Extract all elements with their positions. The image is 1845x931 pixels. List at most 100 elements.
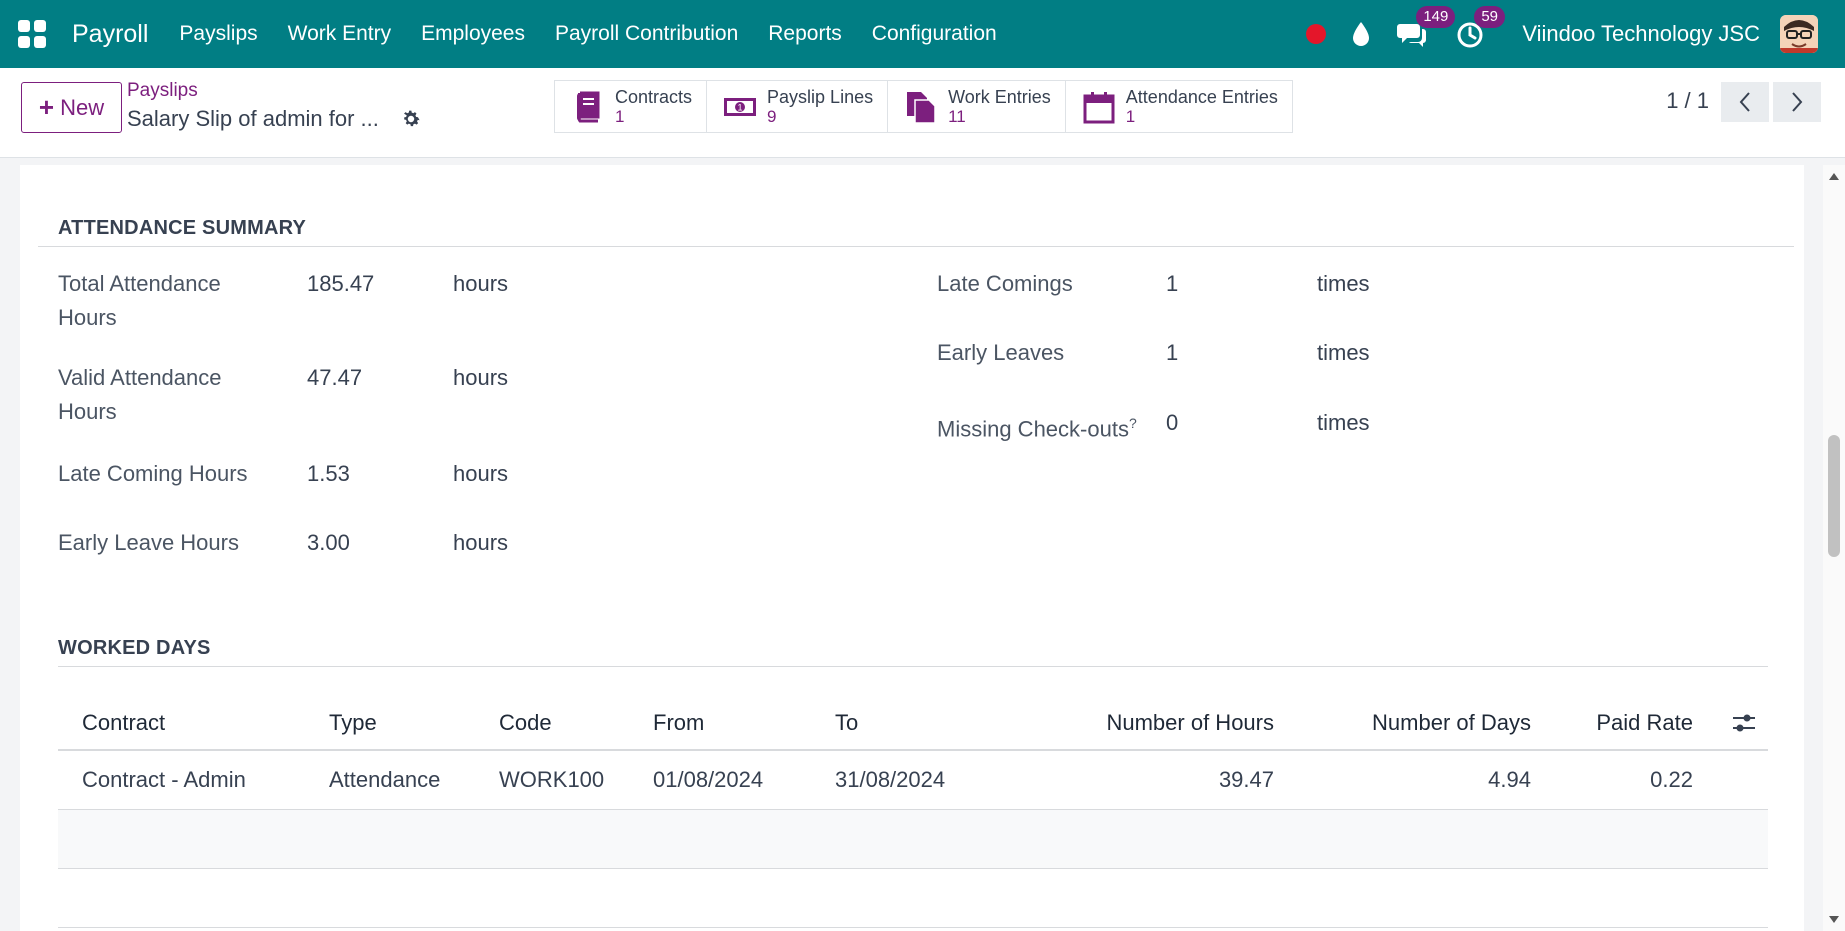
total-attendance-hours-unit: hours (453, 271, 509, 296)
early-leave-hours-unit: hours (453, 530, 509, 555)
empty-table-row (58, 869, 1768, 928)
empty-table-row (58, 810, 1768, 869)
smart-button-count: 1 (1125, 106, 1136, 126)
late-coming-hours-unit: hours (453, 461, 509, 486)
scroll-up-arrow-icon[interactable] (1829, 173, 1839, 180)
book-icon (577, 91, 600, 122)
column-header-number-of-days[interactable]: Number of Days (1308, 695, 1531, 751)
menu-configuration[interactable]: Configuration (857, 22, 1012, 46)
scroll-down-arrow-icon[interactable] (1829, 916, 1839, 923)
vertical-scrollbar[interactable] (1823, 165, 1845, 931)
late-coming-hours-label: Late Coming Hours (58, 461, 248, 486)
recording-indicator-icon[interactable] (1306, 24, 1327, 44)
cell-paid-rate: 0.22 (1650, 767, 1693, 792)
smart-button-payslip-lines[interactable]: 1 Payslip Lines 9 (707, 81, 889, 132)
early-leave-hours-label: Early Leave Hours (58, 530, 239, 555)
column-header-from[interactable]: From (653, 695, 704, 751)
missing-check-outs-value: 0 (1166, 410, 1179, 435)
valid-attendance-hours-label: Valid Attendance Hours (58, 365, 222, 424)
cell-type: Attendance (329, 767, 441, 792)
activities-count-badge: 59 (1474, 6, 1505, 28)
total-attendance-hours-value: 185.47 (307, 271, 375, 296)
table-row[interactable]: Contract - Admin Attendance WORK100 01/0… (58, 751, 1768, 810)
user-avatar[interactable] (1780, 15, 1818, 53)
missing-check-outs-label: Missing Check-outs? (937, 415, 1137, 442)
column-header-number-of-hours[interactable]: Number of Hours (1058, 695, 1274, 751)
smart-button-count: 9 (767, 106, 777, 126)
messages-count-badge: 149 (1416, 6, 1456, 28)
missing-check-outs-unit: times (1317, 410, 1370, 435)
worked-days-title: WORKED DAYS (58, 637, 211, 659)
plus-icon: + (38, 92, 55, 122)
menu-employees[interactable]: Employees (406, 22, 540, 46)
total-attendance-hours-label: Total Attendance Hours (58, 271, 221, 330)
smart-button-attendance-entries[interactable]: Attendance Entries 1 (1066, 81, 1292, 132)
section-divider (38, 246, 1794, 247)
pager-value[interactable]: 1 / 1 (1666, 88, 1709, 114)
new-button-label: New (60, 94, 105, 120)
early-leaves-unit: times (1317, 340, 1370, 365)
smart-button-label: Attendance Entries (1125, 86, 1278, 107)
chevron-right-icon (1792, 92, 1803, 112)
cell-contract: Contract - Admin (82, 767, 246, 792)
smart-button-label: Work Entries (948, 86, 1051, 107)
early-leave-hours-value: 3.00 (307, 530, 350, 555)
attendance-summary-title: ATTENDANCE SUMMARY (58, 217, 307, 239)
cell-number-of-hours: 39.47 (1218, 767, 1274, 792)
scrollbar-thumb[interactable] (1828, 435, 1840, 557)
form-sheet: ATTENDANCE SUMMARY Total Attendance Hours… (20, 165, 1804, 931)
smart-button-count: 11 (948, 106, 966, 126)
new-button[interactable]: + New (21, 82, 122, 133)
column-header-paid-rate[interactable]: Paid Rate (1558, 695, 1693, 751)
cell-number-of-days: 4.94 (1488, 767, 1531, 792)
menu-work-entry[interactable]: Work Entry (273, 22, 406, 46)
section-divider (58, 666, 1768, 667)
menu-payslips[interactable]: Payslips (164, 22, 272, 46)
valid-attendance-hours-value: 47.47 (307, 365, 363, 390)
worked-days-table-header: Contract Type Code From To Number of Hou… (58, 695, 1768, 751)
water-drop-icon[interactable] (1350, 20, 1372, 48)
late-comings-unit: times (1317, 271, 1370, 296)
late-comings-value: 1 (1166, 271, 1179, 296)
company-switcher[interactable]: Viindoo Technology JSC (1522, 21, 1760, 47)
money-icon: 1 (724, 97, 757, 116)
cell-from: 01/08/2024 (653, 767, 764, 792)
optional-columns-icon[interactable] (1731, 711, 1757, 735)
cell-code: WORK100 (499, 767, 605, 792)
calendar-icon (1083, 91, 1115, 123)
record-title: Salary Slip of admin for ... (127, 106, 379, 131)
column-header-code[interactable]: Code (499, 695, 552, 751)
messages-button[interactable]: 149 (1396, 6, 1456, 50)
gear-icon[interactable] (400, 108, 422, 130)
help-tooltip-icon[interactable]: ? (1129, 415, 1137, 431)
column-header-contract[interactable]: Contract (82, 695, 165, 751)
pager-previous-button[interactable] (1721, 82, 1769, 122)
app-switcher-icon[interactable] (18, 20, 46, 48)
smart-button-label: Contracts (615, 86, 693, 107)
activities-button[interactable]: 59 (1454, 6, 1505, 50)
top-navbar: Payroll Payslips Work Entry Employees Pa… (0, 0, 1845, 68)
late-coming-hours-value: 1.53 (307, 461, 350, 486)
early-leaves-label: Early Leaves (937, 340, 1065, 365)
control-panel: + New Payslips Salary Slip of admin for … (0, 68, 1845, 158)
menu-payroll-contribution[interactable]: Payroll Contribution (540, 22, 753, 46)
valid-attendance-hours-unit: hours (453, 365, 509, 390)
smart-button-count: 1 (615, 106, 625, 126)
column-header-type[interactable]: Type (329, 695, 377, 751)
svg-text:1: 1 (738, 102, 743, 112)
smart-button-label: Payslip Lines (767, 86, 874, 107)
files-icon (907, 91, 936, 124)
chevron-left-icon (1739, 92, 1750, 112)
app-name[interactable]: Payroll (72, 20, 148, 49)
late-comings-label: Late Comings (937, 271, 1073, 296)
menu-reports[interactable]: Reports (753, 22, 857, 46)
smart-buttons: Contracts 1 1 Payslip Lines 9 Work Entri… (554, 80, 1293, 133)
pager-next-button[interactable] (1773, 82, 1821, 122)
column-header-to[interactable]: To (835, 695, 858, 751)
cell-to: 31/08/2024 (835, 767, 946, 792)
user-face-icon (1780, 15, 1818, 53)
smart-button-contracts[interactable]: Contracts 1 (555, 81, 708, 132)
smart-button-work-entries[interactable]: Work Entries 11 (888, 81, 1066, 132)
early-leaves-value: 1 (1166, 340, 1179, 365)
breadcrumb-payslips[interactable]: Payslips (127, 80, 198, 102)
